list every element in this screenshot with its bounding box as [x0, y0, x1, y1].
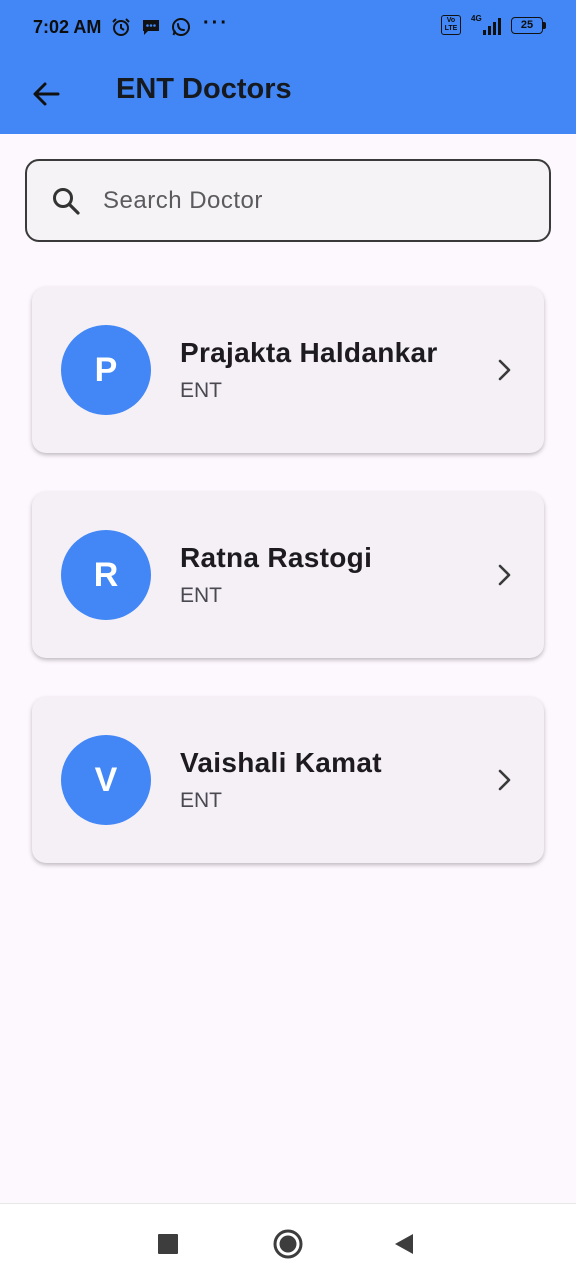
- doctor-card[interactable]: P Prajakta Haldankar ENT: [32, 287, 544, 453]
- chevron-right-icon: [498, 769, 511, 791]
- home-button[interactable]: [270, 1226, 306, 1262]
- system-nav-bar: [0, 1203, 576, 1280]
- home-icon: [273, 1229, 303, 1259]
- whatsapp-icon: [170, 16, 192, 38]
- network-type-label: 4G: [471, 14, 482, 23]
- arrow-back-icon: [33, 82, 60, 106]
- screen: 7:02 AM ··· Vo LTE 4G 25 ENT Doctors Sea…: [0, 0, 576, 1280]
- avatar: R: [61, 530, 151, 620]
- doctor-card[interactable]: R Ratna Rastogi ENT: [32, 492, 544, 658]
- message-icon: [140, 16, 162, 38]
- recents-icon: [158, 1234, 178, 1254]
- status-overflow-dots: ···: [203, 12, 229, 34]
- recents-button[interactable]: [150, 1226, 186, 1262]
- doctor-specialty: ENT: [180, 789, 222, 812]
- doctor-card[interactable]: V Vaishali Kamat ENT: [32, 697, 544, 863]
- back-triangle-icon: [395, 1234, 413, 1254]
- battery-icon: 25: [511, 16, 546, 34]
- app-bar: ENT Doctors: [0, 56, 576, 134]
- search-input[interactable]: [103, 181, 523, 221]
- status-time: 7:02 AM: [33, 17, 102, 37]
- status-bar: 7:02 AM ··· Vo LTE 4G 25: [0, 0, 576, 56]
- status-system-icons: Vo LTE 4G 25: [441, 14, 546, 35]
- status-notification-icons: [110, 16, 192, 38]
- search-bar[interactable]: [25, 159, 551, 242]
- doctor-name: Vaishali Kamat: [180, 747, 382, 778]
- chevron-right-icon: [498, 564, 511, 586]
- chevron-right-icon: [498, 359, 511, 381]
- volte-icon: Vo LTE: [441, 15, 461, 35]
- nav-back-button[interactable]: [386, 1226, 422, 1262]
- signal-icon: 4G: [471, 14, 501, 35]
- avatar: V: [61, 735, 151, 825]
- doctor-specialty: ENT: [180, 379, 222, 402]
- alarm-icon: [110, 16, 132, 38]
- doctor-list: P Prajakta Haldankar ENT R Ratna Rastogi…: [32, 287, 544, 902]
- doctor-name: Ratna Rastogi: [180, 542, 373, 573]
- avatar: P: [61, 325, 151, 415]
- battery-level: 25: [511, 16, 543, 34]
- back-button[interactable]: [22, 70, 70, 118]
- page-title: ENT Doctors: [116, 73, 292, 105]
- doctor-specialty: ENT: [180, 584, 222, 607]
- doctor-name: Prajakta Haldankar: [180, 337, 438, 368]
- search-icon: [53, 188, 80, 215]
